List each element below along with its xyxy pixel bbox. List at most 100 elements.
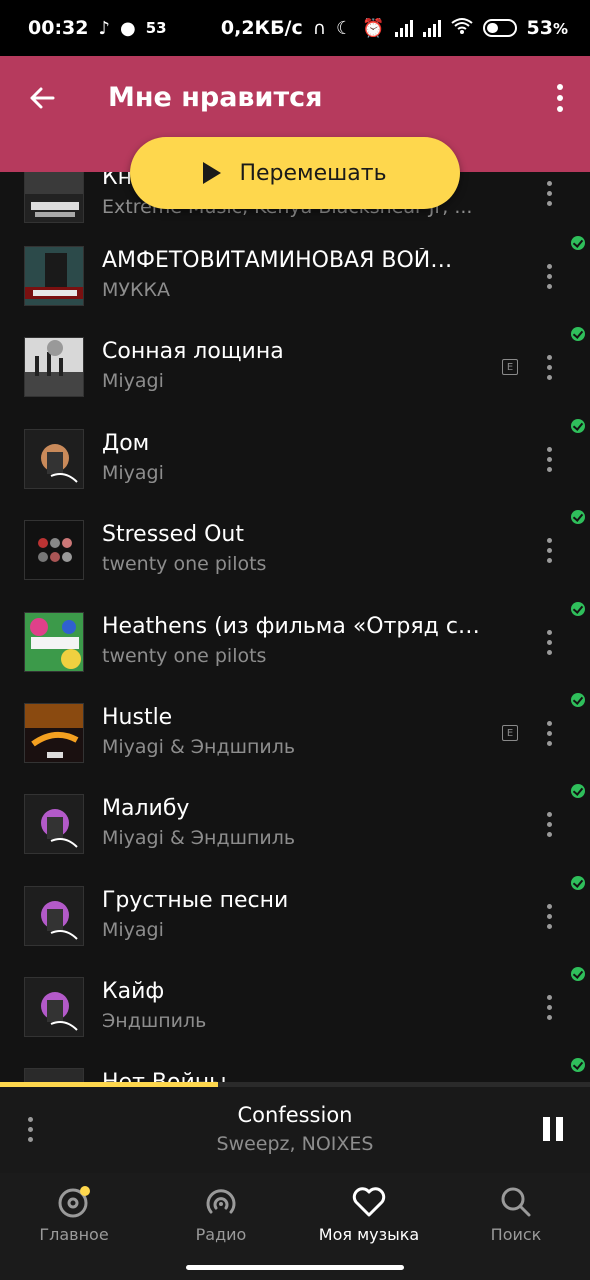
track-artist: Эндшпиль: [102, 1010, 207, 1032]
album-cover: [24, 703, 84, 763]
shuffle-button[interactable]: Перемешать: [130, 137, 460, 209]
album-cover: [24, 977, 84, 1037]
back-button[interactable]: [0, 78, 84, 118]
track-row[interactable]: Сонная лощина Miyagi E: [0, 327, 590, 429]
track-more-button[interactable]: [540, 437, 558, 481]
album-cover: [24, 1068, 84, 1082]
track-more-button[interactable]: [540, 802, 558, 846]
pause-button[interactable]: [543, 1117, 563, 1141]
battery-icon: [482, 19, 517, 37]
downloaded-check-icon: [571, 602, 585, 616]
track-artist: twenty one pilots: [102, 645, 267, 667]
clock: 00:32: [28, 17, 89, 39]
downloaded-check-icon: [571, 693, 585, 707]
track-row[interactable]: Heathens (из фильма «Отряд с… twenty one …: [0, 602, 590, 704]
track-list: КнExtreme Music, Kenya Blackshear Jr, ..…: [0, 168, 590, 1082]
headphones-icon: ∩: [312, 17, 326, 39]
track-title: Грустные песни: [102, 888, 289, 913]
downloaded-check-icon: [571, 784, 585, 798]
track-artist: Miyagi: [102, 462, 164, 484]
album-cover: [24, 612, 84, 672]
album-cover: [24, 429, 84, 489]
net-speed: 0,2КБ/с: [220, 17, 303, 39]
nav-label-home: Главное: [39, 1225, 109, 1244]
album-cover: [24, 794, 84, 854]
status-right: 0,2КБ/с ∩ ☾ ⏰ 53%: [221, 17, 568, 40]
play-icon: [203, 162, 222, 184]
nav-item-radio[interactable]: Радио: [147, 1173, 295, 1253]
track-more-button[interactable]: [540, 171, 558, 215]
album-cover: [24, 337, 84, 397]
player-artist: Sweepz, NOIXES: [216, 1133, 374, 1155]
moon-icon: ☾: [335, 17, 353, 39]
signal-icon: [394, 19, 413, 37]
downloaded-check-icon: [571, 876, 585, 890]
home-disc-icon: [58, 1186, 90, 1218]
downloaded-check-icon: [571, 327, 585, 341]
nav-label-my-music: Моя музыка: [318, 1225, 420, 1244]
track-title: Дом: [102, 431, 150, 456]
track-row[interactable]: Малибу Miyagi & Эндшпиль: [0, 784, 590, 886]
radio-icon: [206, 1189, 236, 1214]
track-more-button[interactable]: [540, 345, 558, 389]
shuffle-label: Перемешать: [239, 160, 387, 186]
downloaded-check-icon: [571, 419, 585, 433]
album-cover: [24, 246, 84, 306]
track-title: Hustle: [102, 705, 173, 730]
album-cover: [24, 520, 84, 580]
track-title: Сонная лощина: [102, 339, 284, 364]
downloaded-check-icon: [571, 510, 585, 524]
search-icon: [501, 1187, 531, 1217]
track-title: АМФЕТОВИТАМИНОВАЯ ВОЙ…: [102, 248, 453, 273]
album-cover: [24, 886, 84, 946]
track-more-button[interactable]: [540, 985, 558, 1029]
track-artist: Miyagi & Эндшпиль: [102, 827, 296, 849]
track-more-button[interactable]: [540, 620, 558, 664]
downloaded-check-icon: [571, 967, 585, 981]
track-more-button[interactable]: [540, 894, 558, 938]
nav-item-search[interactable]: Поиск: [442, 1173, 590, 1253]
battery-percent: 53: [526, 17, 553, 39]
track-more-button[interactable]: [540, 528, 558, 572]
track-more-button[interactable]: [540, 254, 558, 298]
track-row[interactable]: Stressed Out twenty one pilots: [0, 510, 590, 612]
track-artist: Miyagi: [102, 919, 164, 941]
nav-item-home[interactable]: Главное: [0, 1173, 148, 1253]
wifi-icon: [450, 17, 473, 40]
downloaded-check-icon: [571, 236, 585, 250]
track-row[interactable]: АМФЕТОВИТАМИНОВАЯ ВОЙ… МУККА: [0, 236, 590, 338]
track-artist: Miyagi & Эндшпиль: [102, 736, 296, 758]
track-title: Кайф: [102, 979, 165, 1004]
track-row[interactable]: Hustle Miyagi & Эндшпиль E: [0, 693, 590, 795]
gesture-bar: [186, 1265, 404, 1270]
nav-label-search: Поиск: [490, 1225, 542, 1244]
mini-player[interactable]: Confession Sweepz, NOIXES: [0, 1087, 590, 1173]
player-title: Confession: [237, 1103, 353, 1127]
explicit-badge: E: [502, 725, 518, 741]
chat-icon: ●: [119, 17, 136, 39]
nav-item-my-music[interactable]: Моя музыка: [295, 1173, 443, 1253]
track-title: Нет Войны: [102, 1070, 492, 1082]
tiktok-icon: ♪: [98, 17, 110, 39]
track-artist: Miyagi: [102, 370, 164, 392]
track-row[interactable]: Кайф Эндшпиль: [0, 967, 590, 1069]
track-row[interactable]: Дом Miyagi: [0, 419, 590, 521]
album-cover: [24, 168, 84, 223]
battery-percent-sign: %: [552, 20, 568, 38]
page-title: Мне нравится: [108, 82, 323, 113]
track-title: Heathens (из фильма «Отряд с…: [102, 614, 480, 639]
heart-icon: [352, 1187, 386, 1217]
status-bar: 00:32 ♪ ● 53 0,2КБ/с ∩ ☾ ⏰ 53%: [0, 0, 590, 56]
overflow-menu-button[interactable]: [530, 78, 590, 118]
track-more-button[interactable]: [540, 711, 558, 755]
more-vert-icon: [557, 84, 563, 90]
track-row[interactable]: Нет Войны: [0, 1058, 590, 1082]
nav-label-radio: Радио: [195, 1225, 247, 1244]
track-row[interactable]: Грустные песни Miyagi: [0, 876, 590, 978]
track-artist: МУККА: [102, 279, 170, 301]
downloaded-check-icon: [571, 1058, 585, 1072]
track-title: Малибу: [102, 796, 190, 821]
notification-count: 53: [145, 19, 167, 37]
bottom-nav: Главное Радио Моя музыка Поиск: [0, 1173, 590, 1280]
track-artist: twenty one pilots: [102, 553, 267, 575]
